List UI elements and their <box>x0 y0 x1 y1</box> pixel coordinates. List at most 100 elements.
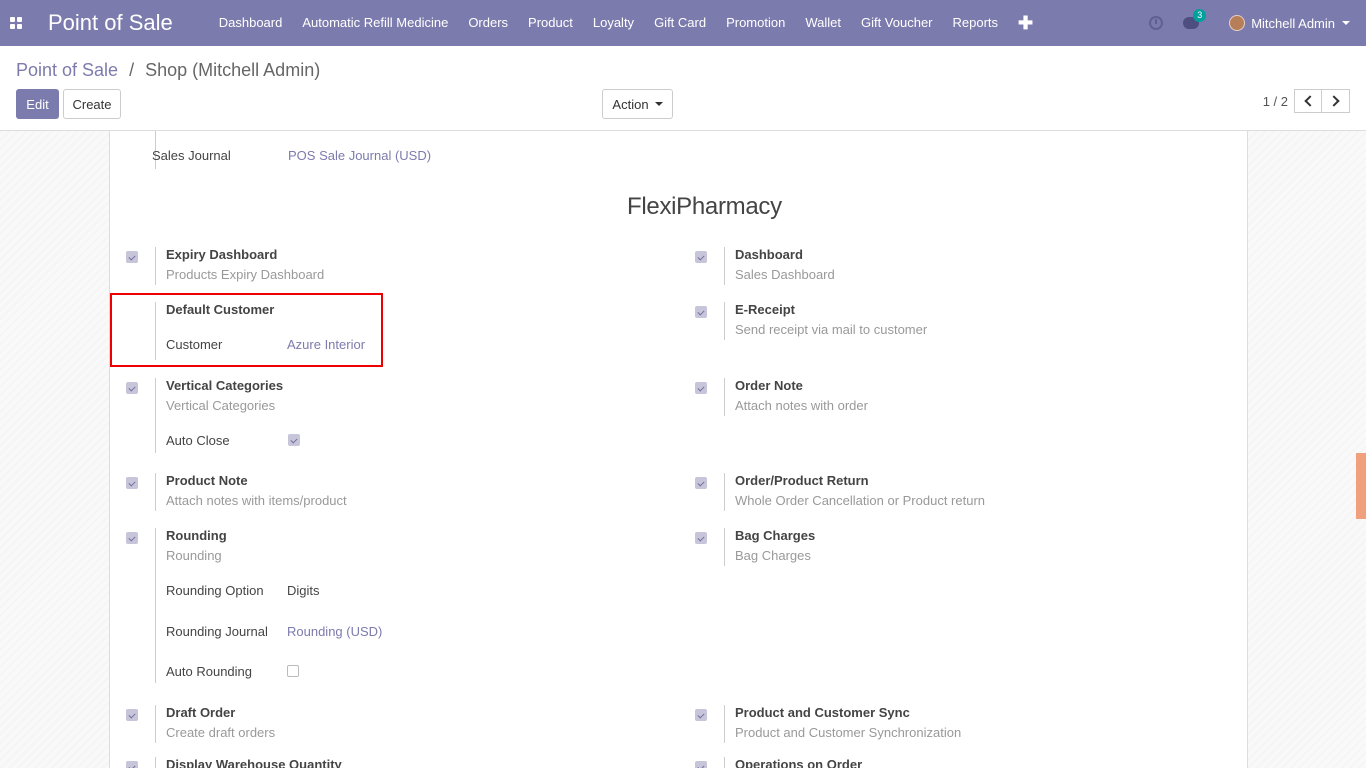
setting-separator <box>155 473 156 511</box>
top-navbar: Point of Sale Dashboard Automatic Refill… <box>0 0 1366 46</box>
menu-item-loyalty[interactable]: Loyalty <box>583 0 644 46</box>
user-name: Mitchell Admin <box>1251 15 1335 31</box>
display-warehouse-quantity-checkbox[interactable] <box>126 761 138 768</box>
menu-item-promotion[interactable]: Promotion <box>716 0 795 46</box>
setting-separator <box>155 247 156 285</box>
chevron-right-icon <box>1328 95 1340 107</box>
product-customer-sync-checkbox[interactable] <box>695 709 707 721</box>
scrollbar-thumb[interactable] <box>1356 453 1366 519</box>
setting-title: Product Note <box>166 473 248 488</box>
setting-separator <box>724 757 725 768</box>
setting-title: Expiry Dashboard <box>166 247 278 262</box>
create-button[interactable]: Create <box>63 89 121 119</box>
menu-item-gift-voucher[interactable]: Gift Voucher <box>851 0 943 46</box>
product-note-checkbox[interactable] <box>126 477 138 489</box>
auto-rounding-label: Auto Rounding <box>166 664 253 679</box>
menu-item-gift-card[interactable]: Gift Card <box>644 0 716 46</box>
avatar <box>1229 15 1246 31</box>
menu-item-automatic-refill-medicine[interactable]: Automatic Refill Medicine <box>292 0 458 46</box>
setting-separator <box>724 302 725 340</box>
order-product-return-checkbox[interactable] <box>695 477 707 489</box>
action-label: Action <box>612 96 649 112</box>
activity-clock-icon[interactable] <box>1149 16 1164 30</box>
setting-title: Order Note <box>735 378 803 393</box>
setting-description: Send receipt via mail to customer <box>735 322 928 337</box>
e-receipt-checkbox[interactable] <box>695 306 707 318</box>
bag-charges-checkbox[interactable] <box>695 532 707 544</box>
setting-title: Operations on Order <box>735 757 863 768</box>
pager-previous-button[interactable] <box>1294 89 1322 113</box>
setting-separator <box>155 528 156 683</box>
setting-title: Product and Customer Sync <box>735 705 910 720</box>
user-menu[interactable]: Mitchell Admin <box>1229 15 1350 31</box>
plus-icon[interactable]: ✚ <box>1008 0 1043 46</box>
vertical-categories-checkbox[interactable] <box>126 382 138 394</box>
chat-count-badge: 3 <box>1193 9 1207 22</box>
rounding-journal-label: Rounding Journal <box>166 624 268 639</box>
breadcrumb-parent[interactable]: Point of Sale <box>16 60 118 80</box>
setting-separator <box>155 757 156 768</box>
setting-title: Order/Product Return <box>735 473 869 488</box>
menu-item-product[interactable]: Product <box>518 0 583 46</box>
breadcrumb-separator: / <box>129 60 135 80</box>
auto-close-checkbox[interactable] <box>288 434 300 446</box>
rounding-checkbox[interactable] <box>126 532 138 544</box>
main-menu: Dashboard Automatic Refill Medicine Orde… <box>209 0 1043 46</box>
setting-separator <box>724 247 725 285</box>
setting-description: Create draft orders <box>166 725 276 740</box>
form-sheet: Sales Journal POS Sale Journal (USD) Fle… <box>109 131 1248 768</box>
action-dropdown-button[interactable]: Action <box>602 89 673 119</box>
setting-description: Bag Charges <box>735 548 811 563</box>
chevron-down-icon <box>654 102 663 106</box>
form-view-area: Sales Journal POS Sale Journal (USD) Fle… <box>0 131 1366 768</box>
chevron-left-icon <box>1303 95 1316 107</box>
setting-description: Vertical Categories <box>166 398 276 413</box>
setting-description: Products Expiry Dashboard <box>166 267 325 282</box>
setting-separator <box>155 378 156 453</box>
chat-icon[interactable]: 3 <box>1183 9 1207 29</box>
sales-journal-label: Sales Journal <box>152 148 231 163</box>
breadcrumb: Point of Sale / Shop (Mitchell Admin) <box>16 60 320 81</box>
highlight-box <box>110 293 383 367</box>
setting-description: Attach notes with order <box>735 398 868 413</box>
dashboard-checkbox[interactable] <box>695 251 707 263</box>
setting-description: Whole Order Cancellation or Product retu… <box>735 493 986 508</box>
rounding-option-value[interactable]: Digits <box>287 583 320 598</box>
breadcrumb-current: Shop (Mitchell Admin) <box>145 60 321 80</box>
setting-description: Rounding <box>166 548 222 563</box>
menu-item-wallet[interactable]: Wallet <box>795 0 851 46</box>
setting-title: Rounding <box>166 528 227 543</box>
edit-button[interactable]: Edit <box>16 89 59 119</box>
setting-separator <box>724 528 725 566</box>
setting-separator <box>724 705 725 743</box>
setting-separator <box>155 705 156 743</box>
menu-item-orders[interactable]: Orders <box>458 0 518 46</box>
pager: 1 / 2 <box>1263 89 1350 113</box>
auto-close-label: Auto Close <box>166 433 230 448</box>
expiry-dashboard-checkbox[interactable] <box>126 251 138 263</box>
menu-item-dashboard[interactable]: Dashboard <box>209 0 293 46</box>
order-note-checkbox[interactable] <box>695 382 707 394</box>
draft-order-checkbox[interactable] <box>126 709 138 721</box>
pager-value[interactable]: 1 / 2 <box>1263 94 1288 109</box>
auto-rounding-checkbox[interactable] <box>287 665 299 677</box>
rounding-journal-value[interactable]: Rounding (USD) <box>287 624 382 639</box>
setting-title: Display Warehouse Quantity <box>166 757 342 768</box>
setting-title: Dashboard <box>735 247 803 262</box>
setting-title: Draft Order <box>166 705 236 720</box>
app-title[interactable]: Point of Sale <box>48 10 173 36</box>
pager-next-button[interactable] <box>1322 89 1350 113</box>
setting-description: Attach notes with items/product <box>166 493 347 508</box>
setting-title: E-Receipt <box>735 302 795 317</box>
systray: 3 Mitchell Admin <box>1149 0 1366 46</box>
menu-item-reports[interactable]: Reports <box>943 0 1009 46</box>
setting-title: Vertical Categories <box>166 378 284 393</box>
control-panel: Point of Sale / Shop (Mitchell Admin) Ed… <box>0 46 1366 131</box>
apps-menu-icon[interactable] <box>0 0 32 46</box>
setting-separator <box>724 378 725 416</box>
setting-title: Bag Charges <box>735 528 816 543</box>
setting-description: Product and Customer Synchronization <box>735 725 962 740</box>
setting-description: Sales Dashboard <box>735 267 835 282</box>
sales-journal-value[interactable]: POS Sale Journal (USD) <box>288 148 431 163</box>
operations-on-order-checkbox[interactable] <box>695 761 707 768</box>
